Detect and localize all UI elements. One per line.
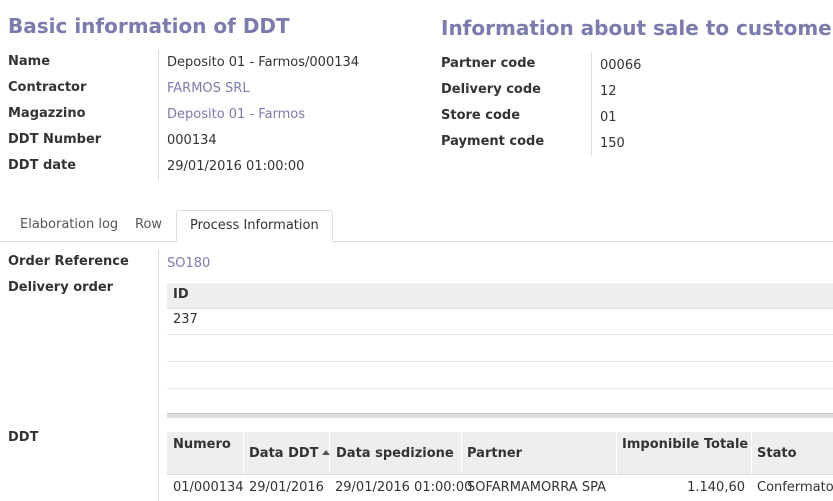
sale-info-title: Information about sale to customer	[441, 16, 833, 40]
ddt-row-imponibile-totale[interactable]: 1.140,60	[622, 480, 745, 495]
delivery-code-value: 12	[600, 84, 617, 99]
basic-info-title: Basic information of DDT	[8, 14, 290, 38]
partner-code-value: 00066	[600, 58, 642, 73]
payment-code-value: 150	[600, 136, 625, 151]
delivery-table-footer	[167, 413, 833, 418]
ddt-table-header-line	[167, 474, 833, 475]
store-code-value: 01	[600, 110, 617, 125]
order-reference-label: Order Reference	[8, 254, 129, 269]
ddt-col-separator	[243, 432, 244, 474]
ddt-section-label: DDT	[8, 430, 39, 445]
ddt-col-stato[interactable]: Stato	[757, 446, 797, 461]
ddt-col-data-spedizione[interactable]: Data spedizione	[336, 446, 454, 461]
process-divider	[158, 250, 159, 501]
ddt-number-value: 000134	[167, 133, 217, 148]
sale-info-divider	[591, 52, 592, 156]
order-reference-link[interactable]: SO180	[167, 256, 210, 271]
delivery-table-header-line	[167, 308, 833, 309]
ddt-col-data-ddt-label: Data DDT	[249, 446, 319, 461]
ddt-col-separator	[616, 432, 617, 474]
contractor-link[interactable]: FARMOS SRL	[167, 81, 250, 96]
ddt-row-numero[interactable]: 01/000134	[173, 480, 244, 495]
delivery-code-label: Delivery code	[441, 82, 541, 97]
ddt-col-partner[interactable]: Partner	[467, 446, 522, 461]
ddt-col-separator	[461, 432, 462, 474]
name-label: Name	[8, 54, 51, 69]
delivery-table-empty-row-line	[167, 361, 833, 362]
ddt-row-data-spedizione[interactable]: 29/01/2016 01:00:00	[335, 480, 472, 495]
ddt-col-separator	[751, 432, 752, 474]
partner-code-label: Partner code	[441, 56, 536, 71]
ddt-row-data-ddt[interactable]: 29/01/2016	[249, 480, 324, 495]
sort-ascending-icon	[321, 450, 330, 455]
contractor-label: Contractor	[8, 80, 87, 95]
tab-elaboration-log[interactable]: Elaboration log	[7, 210, 131, 242]
ddt-row-stato[interactable]: Confermato	[757, 480, 833, 495]
magazzino-label: Magazzino	[8, 106, 86, 121]
ddt-date-label: DDT date	[8, 158, 77, 173]
magazzino-link[interactable]: Deposito 01 - Farmos	[167, 107, 305, 122]
ddt-col-imponibile-totale[interactable]: Imponibile Totale	[622, 437, 748, 452]
tab-row[interactable]: Row	[122, 210, 175, 242]
delivery-table-row-id[interactable]: 237	[173, 312, 198, 327]
delivery-table-row-line	[167, 334, 833, 335]
ddt-col-data-ddt[interactable]: Data DDT	[249, 446, 330, 461]
ddt-row-partner[interactable]: SOFARMAMORRA SPA	[467, 480, 606, 495]
delivery-table-empty-row-line	[167, 388, 833, 389]
ddt-col-numero[interactable]: Numero	[173, 437, 231, 452]
basic-info-divider	[158, 50, 159, 180]
delivery-table-header	[167, 283, 833, 308]
delivery-order-label: Delivery order	[8, 280, 114, 295]
payment-code-label: Payment code	[441, 134, 545, 149]
ddt-number-label: DDT Number	[8, 132, 102, 147]
ddt-date-value: 29/01/2016 01:00:00	[167, 159, 305, 174]
delivery-table-id-header[interactable]: ID	[173, 287, 189, 302]
tab-process-information[interactable]: Process Information	[176, 210, 333, 242]
store-code-label: Store code	[441, 108, 521, 123]
name-value: Deposito 01 - Farmos/000134	[167, 55, 360, 70]
